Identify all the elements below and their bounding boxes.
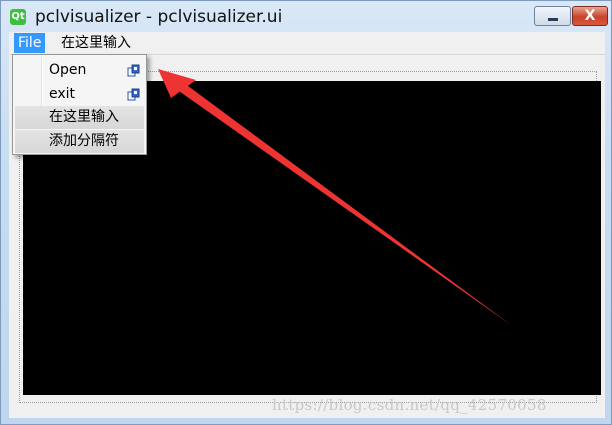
annotation-arrow bbox=[158, 69, 511, 325]
arrow-shaft bbox=[176, 83, 511, 325]
watermark-text: https://blog.csdn.net/qq_42570058 bbox=[272, 396, 547, 414]
